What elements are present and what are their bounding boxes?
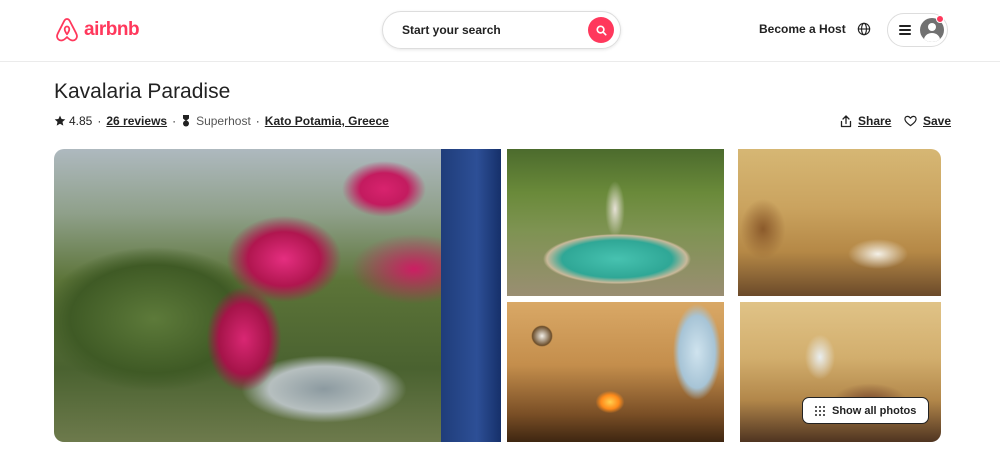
hamburger-menu-icon bbox=[899, 25, 911, 35]
fireplace-living-room-photo[interactable] bbox=[507, 302, 724, 442]
listing-title: Kavalaria Paradise bbox=[54, 80, 231, 103]
save-label: Save bbox=[923, 114, 952, 128]
globe-icon bbox=[857, 22, 871, 36]
search-icon bbox=[595, 24, 607, 36]
top-header: airbnb Start your search Become a Host bbox=[0, 0, 1000, 62]
save-button[interactable]: Save bbox=[904, 114, 951, 128]
listing-meta: 4.85 · 26 reviews · Superhost · Kato Pot… bbox=[54, 114, 389, 128]
reviews-link[interactable]: 26 reviews bbox=[106, 114, 167, 128]
bedroom-photo[interactable] bbox=[738, 149, 941, 296]
search-button[interactable] bbox=[588, 17, 614, 43]
become-a-host-link[interactable]: Become a Host bbox=[759, 22, 846, 36]
main-garden-bougainvillea-photo[interactable] bbox=[54, 149, 501, 442]
grid-dots-icon bbox=[815, 405, 825, 416]
share-label: Share bbox=[858, 114, 892, 128]
superhost-medal-icon bbox=[183, 115, 190, 127]
separator-dot: · bbox=[172, 114, 177, 128]
show-all-photos-button[interactable]: Show all photos bbox=[802, 397, 930, 424]
separator-dot: · bbox=[97, 114, 102, 128]
search-placeholder: Start your search bbox=[402, 23, 501, 37]
superhost-badge: Superhost bbox=[196, 114, 251, 128]
notification-dot bbox=[936, 15, 944, 23]
airbnb-logo-icon bbox=[56, 18, 78, 42]
show-all-photos-label: Show all photos bbox=[832, 404, 917, 417]
heart-icon bbox=[904, 115, 917, 127]
share-icon bbox=[840, 114, 852, 127]
brand-name: airbnb bbox=[84, 19, 140, 40]
share-button[interactable]: Share bbox=[840, 114, 891, 128]
star-icon bbox=[54, 115, 66, 126]
search-bar[interactable]: Start your search bbox=[382, 11, 621, 49]
separator-dot: · bbox=[255, 114, 260, 128]
airbnb-logo[interactable]: airbnb bbox=[54, 16, 140, 44]
location-link[interactable]: Kato Potamia, Greece bbox=[265, 114, 389, 128]
rating-value: 4.85 bbox=[69, 114, 93, 128]
language-button[interactable] bbox=[855, 20, 873, 38]
pool-fountain-photo[interactable] bbox=[507, 149, 724, 296]
